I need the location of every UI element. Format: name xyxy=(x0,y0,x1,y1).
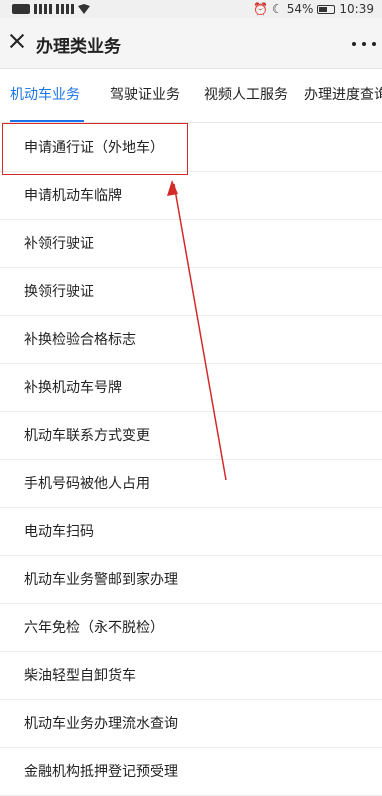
status-right: ⏰ ☾ 54% 10:39 xyxy=(253,0,374,18)
active-tab-underline xyxy=(10,120,84,122)
status-time: 10:39 xyxy=(339,2,374,16)
battery-icon xyxy=(317,4,336,14)
tab-video-service[interactable]: 视频人工服务 xyxy=(204,69,294,122)
alarm-icon: ⏰ xyxy=(253,2,268,16)
list-item-label: 六年免检（永不脱检） xyxy=(24,620,164,636)
status-left-icons xyxy=(12,2,90,16)
tab-vehicle-business[interactable]: 机动车业务 xyxy=(10,69,84,122)
close-icon[interactable] xyxy=(8,32,26,50)
page-title: 办理类业务 xyxy=(36,37,121,57)
list-item-label: 机动车业务警邮到家办理 xyxy=(24,572,178,588)
list-item-label: 补领行驶证 xyxy=(24,236,94,252)
list-item-label: 电动车扫码 xyxy=(24,524,94,540)
list-item[interactable]: 补领行驶证 xyxy=(0,220,382,268)
list-item[interactable]: 柴油轻型自卸货车 xyxy=(0,652,382,700)
highlight-annotation-box xyxy=(2,123,188,175)
list-item-label: 换领行驶证 xyxy=(24,284,94,300)
tab-label: 办理进度查询 xyxy=(304,87,382,103)
list-item[interactable]: 机动车业务警邮到家办理 xyxy=(0,556,382,604)
list-item-label: 机动车业务办理流水查询 xyxy=(24,716,178,732)
tab-progress-query[interactable]: 办理进度查询 xyxy=(304,69,382,122)
list-item-label: 手机号码被他人占用 xyxy=(24,476,150,492)
list-item-label: 补换检验合格标志 xyxy=(24,332,136,348)
list-item-label: 申请机动车临牌 xyxy=(24,188,122,204)
tab-bar: 机动车业务 驾驶证业务 视频人工服务 办理进度查询 xyxy=(0,69,382,123)
list-item[interactable]: 电动车扫码 xyxy=(0,508,382,556)
hd-badge-icon xyxy=(12,4,30,14)
list-item-label: 柴油轻型自卸货车 xyxy=(24,668,136,684)
list-item[interactable]: 机动车业务办理流水查询 xyxy=(0,700,382,748)
list-item-label: 补换机动车号牌 xyxy=(24,380,122,396)
signal-icon xyxy=(34,4,52,14)
status-bar: ⏰ ☾ 54% 10:39 xyxy=(0,0,382,18)
tab-label: 驾驶证业务 xyxy=(110,87,180,103)
list-item[interactable]: 换领行驶证 xyxy=(0,268,382,316)
wifi-icon xyxy=(78,4,90,14)
signal-icon-2 xyxy=(56,4,74,14)
list-item[interactable]: 机动车联系方式变更 xyxy=(0,412,382,460)
battery-percent: 54% xyxy=(286,2,314,16)
list-item[interactable]: 申请机动车临牌 xyxy=(0,172,382,220)
tab-license-business[interactable]: 驾驶证业务 xyxy=(110,69,190,122)
moon-icon: ☾ xyxy=(271,2,283,16)
list-item-label: 机动车联系方式变更 xyxy=(24,428,150,444)
list-item-label: 金融机构抵押登记预受理 xyxy=(24,764,178,780)
tab-label: 机动车业务 xyxy=(10,87,80,103)
list-item[interactable]: 补换机动车号牌 xyxy=(0,364,382,412)
list-item[interactable]: 金融机构抵押登记预受理 xyxy=(0,748,382,796)
list-item[interactable]: 手机号码被他人占用 xyxy=(0,460,382,508)
tab-label: 视频人工服务 xyxy=(204,87,288,103)
list-item[interactable]: 补换检验合格标志 xyxy=(0,316,382,364)
app-header: 办理类业务 xyxy=(0,18,382,69)
more-options-icon[interactable] xyxy=(352,32,376,56)
list-item[interactable]: 六年免检（永不脱检） xyxy=(0,604,382,652)
